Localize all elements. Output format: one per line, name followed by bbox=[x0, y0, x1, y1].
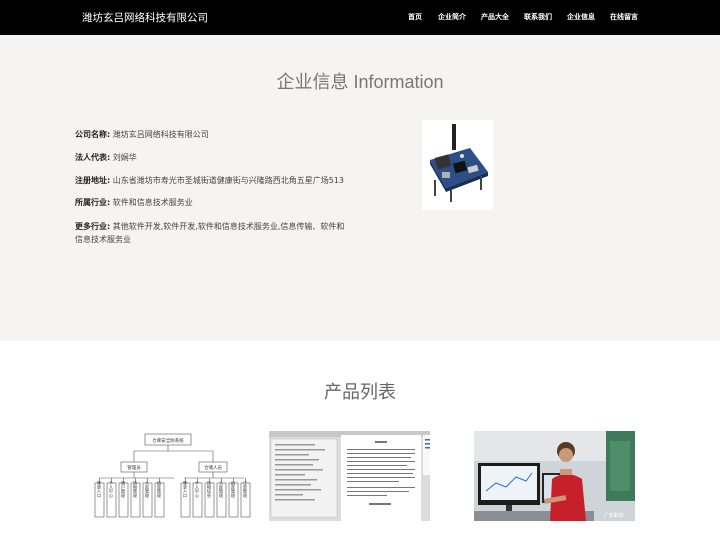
field-more-industry: 更多行业: 其他软件开发,软件开发,软件和信息技术服务业,信息传输、软件和信息技… bbox=[75, 221, 350, 246]
diagram-leaf-label: 入库管理 bbox=[144, 481, 150, 498]
field-value: 其他软件开发,软件开发,软件和信息技术服务业,信息传输、软件和信息技术服务业 bbox=[75, 222, 345, 244]
nav-company-info[interactable]: 企业信息 bbox=[567, 12, 595, 22]
field-value: 潍坊玄吕网络科技有限公司 bbox=[112, 130, 209, 139]
nav-about[interactable]: 企业简介 bbox=[438, 12, 466, 22]
diagram-root-label: 仓库安全防系统 bbox=[152, 437, 184, 444]
field-label: 公司名称: bbox=[75, 130, 111, 139]
field-label: 所属行业: bbox=[75, 198, 111, 207]
diagram-leaf-label: 货物管理 bbox=[132, 479, 138, 498]
field-address: 注册地址: 山东省潍坊市寿光市圣城街道健康街与兴隆路西北角五星广场513 bbox=[75, 175, 350, 188]
diagram-leaf-label: 入库管理 bbox=[218, 481, 224, 498]
diagram-leaf-label: 个人中心 bbox=[108, 480, 114, 498]
field-value: 刘娴华 bbox=[112, 153, 137, 162]
field-value: 软件和信息技术服务业 bbox=[112, 198, 193, 207]
diagram-leaf-label: 订单管理 bbox=[242, 479, 248, 498]
field-legal-rep: 法人代表: 刘娴华 bbox=[75, 152, 350, 165]
diagram-admin-label: 管理员 bbox=[127, 464, 141, 471]
diagram-leaf-label: 登录入口 bbox=[96, 479, 102, 498]
diagram-leaf-label: 登录入口 bbox=[182, 479, 188, 498]
info-title: 企业信息 Information bbox=[276, 72, 444, 92]
field-company-name: 公司名称: 潍坊玄吕网络科技有限公司 bbox=[75, 129, 350, 142]
field-industry: 所属行业: 软件和信息技术服务业 bbox=[75, 197, 350, 210]
nav-products[interactable]: 产品大全 bbox=[481, 12, 509, 22]
nav-message[interactable]: 在线留言 bbox=[610, 12, 638, 22]
product-card-photo[interactable]: 广东职协 bbox=[474, 431, 635, 521]
nav-home[interactable]: 首页 bbox=[408, 12, 422, 22]
product-card-diagram[interactable]: 仓库安全防系统 管理员 仓储人员 登录入口 个人中心 用户管理 货物管理 入库管理 出库管… bbox=[93, 431, 254, 521]
company-info-section: 企业信息 Information 公司名称: 潍坊玄吕网络科技有限公司 法人代表… bbox=[0, 35, 720, 341]
diagram-leaf-label: 出库管理 bbox=[230, 479, 236, 498]
nav-contact[interactable]: 联系我们 bbox=[524, 12, 552, 22]
top-navbar: 潍坊玄吕网络科技有限公司 首页 企业简介 产品大全 联系我们 企业信息 在线留言 bbox=[0, 0, 720, 35]
field-value: 山东省潍坊市寿光市圣城街道健康街与兴隆路西北角五星广场513 bbox=[112, 176, 345, 185]
product-card-document[interactable] bbox=[269, 431, 430, 521]
photo-watermark: 广东职协 bbox=[604, 512, 624, 519]
field-label: 更多行业: bbox=[75, 222, 111, 231]
field-label: 注册地址: bbox=[75, 176, 111, 185]
diagram-leaf-label: 个人中心 bbox=[194, 480, 200, 498]
products-title: 产品列表 bbox=[324, 382, 396, 403]
diagram-leaf-label: 货物信息 bbox=[207, 479, 212, 498]
main-nav: 首页 企业简介 产品大全 联系我们 企业信息 在线留言 bbox=[0, 12, 720, 24]
diagram-staff-leaves: 登录入口 个人中心 货物信息 入库管理 出库管理 订单管理 bbox=[180, 478, 251, 518]
diagram-admin-leaves: 登录入口 个人中心 用户管理 货物管理 入库管理 出库管理 bbox=[94, 478, 165, 518]
diagram-staff-label: 仓储人员 bbox=[204, 464, 222, 471]
diagram-leaf-label: 出库管理 bbox=[156, 479, 162, 498]
field-label: 法人代表: bbox=[75, 153, 111, 162]
company-product-image bbox=[422, 120, 493, 210]
diagram-leaf-label: 用户管理 bbox=[120, 480, 126, 498]
